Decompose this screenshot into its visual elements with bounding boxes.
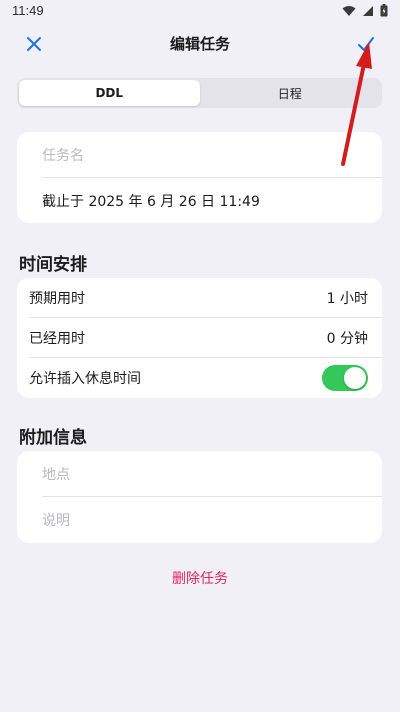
- toggle-knob: [344, 367, 366, 389]
- extra-info-card: 地点 说明: [17, 451, 382, 543]
- tab-schedule[interactable]: 日程: [200, 80, 381, 106]
- task-name-field[interactable]: 任务名: [17, 132, 382, 178]
- break-toggle[interactable]: [322, 365, 368, 391]
- confirm-button[interactable]: [354, 32, 378, 56]
- task-info-card: 任务名 截止于 2025 年 6 月 26 日 11:49: [17, 132, 382, 223]
- status-bar: 11:49: [0, 0, 400, 24]
- break-toggle-label: 允许插入休息时间: [29, 371, 141, 387]
- tab-ddl[interactable]: DDL: [19, 80, 200, 106]
- location-field[interactable]: 地点: [17, 451, 382, 497]
- break-toggle-row: 允许插入休息时间: [17, 358, 382, 398]
- battery-icon: [380, 4, 388, 17]
- task-type-segmented-control: DDL 日程: [17, 78, 382, 108]
- signal-icon: [363, 5, 373, 16]
- checkmark-icon: [358, 37, 374, 51]
- task-name-placeholder: 任务名: [42, 148, 84, 164]
- status-icons: [342, 4, 388, 17]
- time-section-title: 时间安排: [19, 255, 87, 275]
- elapsed-duration-value: 0 分钟: [326, 331, 368, 347]
- status-time: 11:49: [12, 3, 44, 18]
- elapsed-duration-label: 已经用时: [29, 331, 85, 347]
- elapsed-duration-row[interactable]: 已经用时 0 分钟: [17, 318, 382, 358]
- wifi-icon: [342, 5, 356, 16]
- deadline-row[interactable]: 截止于 2025 年 6 月 26 日 11:49: [17, 178, 382, 223]
- deadline-text: 截止于 2025 年 6 月 26 日 11:49: [42, 194, 260, 210]
- delete-task-button[interactable]: 删除任务: [0, 568, 400, 588]
- location-placeholder: 地点: [42, 467, 70, 483]
- page-title: 编辑任务: [169, 35, 230, 53]
- extra-section-title: 附加信息: [19, 428, 87, 448]
- expected-duration-value: 1 小时: [326, 291, 368, 307]
- description-field[interactable]: 说明: [17, 497, 382, 543]
- time-card: 预期用时 1 小时 已经用时 0 分钟 允许插入休息时间: [17, 278, 382, 398]
- expected-duration-row[interactable]: 预期用时 1 小时: [17, 278, 382, 318]
- expected-duration-label: 预期用时: [29, 291, 85, 307]
- description-placeholder: 说明: [42, 513, 70, 529]
- header: 编辑任务: [0, 24, 400, 64]
